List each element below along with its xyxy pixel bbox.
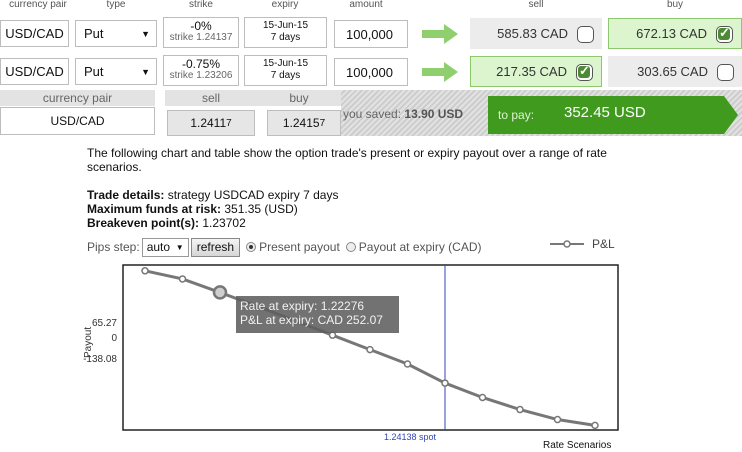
row1-pair-field[interactable]: USD/CAD [0,20,69,47]
breakeven-value: 1.23702 [202,216,246,230]
chevron-down-icon: ▼ [141,66,150,77]
header-currency-pair: currency pair [9,0,67,10]
data-point[interactable] [441,379,449,387]
breakeven-label: Breakeven point(s): [87,216,200,230]
row1-sell-checkbox[interactable] [577,25,594,43]
summary-currency-pair-header: currency pair [0,90,155,106]
chart-tooltip: Rate at expiry: 1.22276 P&L at expiry: C… [236,296,399,333]
row1-strike-field[interactable]: -0% strike 1.24137 [163,17,239,48]
chart-legend: P&L [550,237,615,251]
summary-buy-rate: 1.2415 7 [267,110,341,136]
row1-strike-value: strike 1.24137 [169,32,233,43]
pl-series-line [144,269,596,427]
refresh-button[interactable]: refresh [190,237,241,257]
row2-sell-checkbox[interactable] [576,63,593,81]
summary-sell-pip: 7 [226,117,232,129]
chevron-down-icon: ▼ [141,28,150,39]
max-funds-label: Maximum funds at risk: [87,202,222,216]
tooltip-rate: Rate at expiry: 1.22276 [240,299,365,313]
summary-sell-header: sell [165,90,257,106]
row1-amount-input[interactable]: 100,000 [334,20,408,48]
row2-type-select[interactable]: Put ▼ [75,58,157,85]
saved-label: you saved: [343,107,402,121]
summary-sell-main: 1.2411 [190,116,227,130]
row1-expiry-field[interactable]: 15-Jun-15 7 days [244,17,327,48]
data-point[interactable] [403,360,412,368]
summary-buy-header: buy [257,90,341,106]
data-point[interactable] [328,331,337,339]
row2-arrow-right-icon [422,62,458,82]
row1-arrow-right-icon [422,24,458,44]
summary-pair: USD/CAD [0,107,155,135]
data-point[interactable] [366,345,374,354]
row1-strike-pct: -0% [190,19,212,33]
row1-expiry-days: 7 days [270,32,301,43]
expiry-payout-label[interactable]: Payout at expiry (CAD) [359,240,482,254]
legend-line-icon [550,240,584,248]
data-point[interactable] [141,267,149,275]
row2-expiry-field[interactable]: 15-Jun-15 7 days [244,55,327,86]
row1-buy-checkbox[interactable] [716,25,733,43]
chart-description: The following chart and table show the o… [87,146,607,174]
row1-sell-value: 585.83 CAD [497,26,568,41]
to-pay-value: 352.45 USD [564,104,646,121]
header-amount: amount [349,0,383,10]
header-buy: buy [666,0,684,10]
row2-type-value: Put [84,64,104,79]
row1-type-select[interactable]: Put ▼ [75,20,157,47]
row2-sell-price[interactable]: 217.35 CAD [470,56,602,87]
pips-step-value: auto [146,240,171,254]
row2-buy-price[interactable]: 303.65 CAD [608,56,742,87]
header-strike: strike [189,0,213,10]
header-type: type [106,0,126,10]
summary-sell-rate: 1.2411 7 [167,110,255,136]
data-point[interactable] [516,405,524,414]
you-saved-text: you saved: 13.90 USD [343,107,463,121]
row1-sell-price[interactable]: 585.83 CAD [470,18,602,49]
to-pay-label: to pay: [498,108,535,122]
summary-buy-pip: 7 [319,117,326,129]
row2-expiry-days: 7 days [270,70,301,81]
header-expiry: expiry [271,0,299,10]
row2-strike-pct: -0.75% [181,57,221,71]
trade-details: Trade details: strategy USDCAD expiry 7 … [87,188,338,230]
x-axis-label: Rate Scenarios [543,440,612,451]
row1-buy-value: 672.13 CAD [636,26,707,41]
row2-sell-value: 217.35 CAD [496,64,567,79]
y-axis-label: Payout [83,326,94,358]
max-funds-value: 351.35 (USD) [224,202,298,216]
saved-value: 13.90 USD [404,107,464,121]
data-point[interactable] [591,421,599,430]
row2-pair-field[interactable]: USD/CAD [0,58,69,85]
row1-buy-price[interactable]: 672.13 CAD [608,18,742,49]
present-payout-label[interactable]: Present payout [259,240,340,254]
chart-controls: Pips step: auto ▼ refresh Present payout… [87,237,482,257]
header-sell: sell [528,0,544,10]
trade-details-label: Trade details: [87,188,165,202]
row1-expiry-date: 15-Jun-15 [262,20,309,31]
data-point[interactable] [478,393,487,402]
data-point-highlighted[interactable] [212,285,228,300]
data-point[interactable] [553,415,562,424]
present-payout-radio[interactable] [246,242,257,252]
chevron-down-icon: ▼ [175,242,184,252]
row2-amount-input[interactable]: 100,000 [334,58,408,86]
row2-buy-value: 303.65 CAD [637,64,708,79]
data-point[interactable] [178,275,187,283]
row2-buy-checkbox[interactable] [717,63,734,81]
row2-strike-value: strike 1.23206 [169,70,233,81]
chart-plot-area [122,264,619,431]
row2-strike-field[interactable]: -0.75% strike 1.23206 [163,55,239,86]
spot-label: 1.24138 spot [384,432,437,442]
trade-details-value: strategy USDCAD expiry 7 days [167,188,339,202]
row2-expiry-date: 15-Jun-15 [262,58,309,69]
tooltip-pl: P&L at expiry: CAD 252.07 [240,313,383,327]
pips-step-label: Pips step: [87,240,140,254]
row1-type-value: Put [84,26,104,41]
pips-step-select[interactable]: auto ▼ [141,237,189,257]
summary-buy-main: 1.2415 [282,116,320,130]
expiry-payout-radio[interactable] [345,242,356,252]
legend-label: P&L [592,237,615,251]
